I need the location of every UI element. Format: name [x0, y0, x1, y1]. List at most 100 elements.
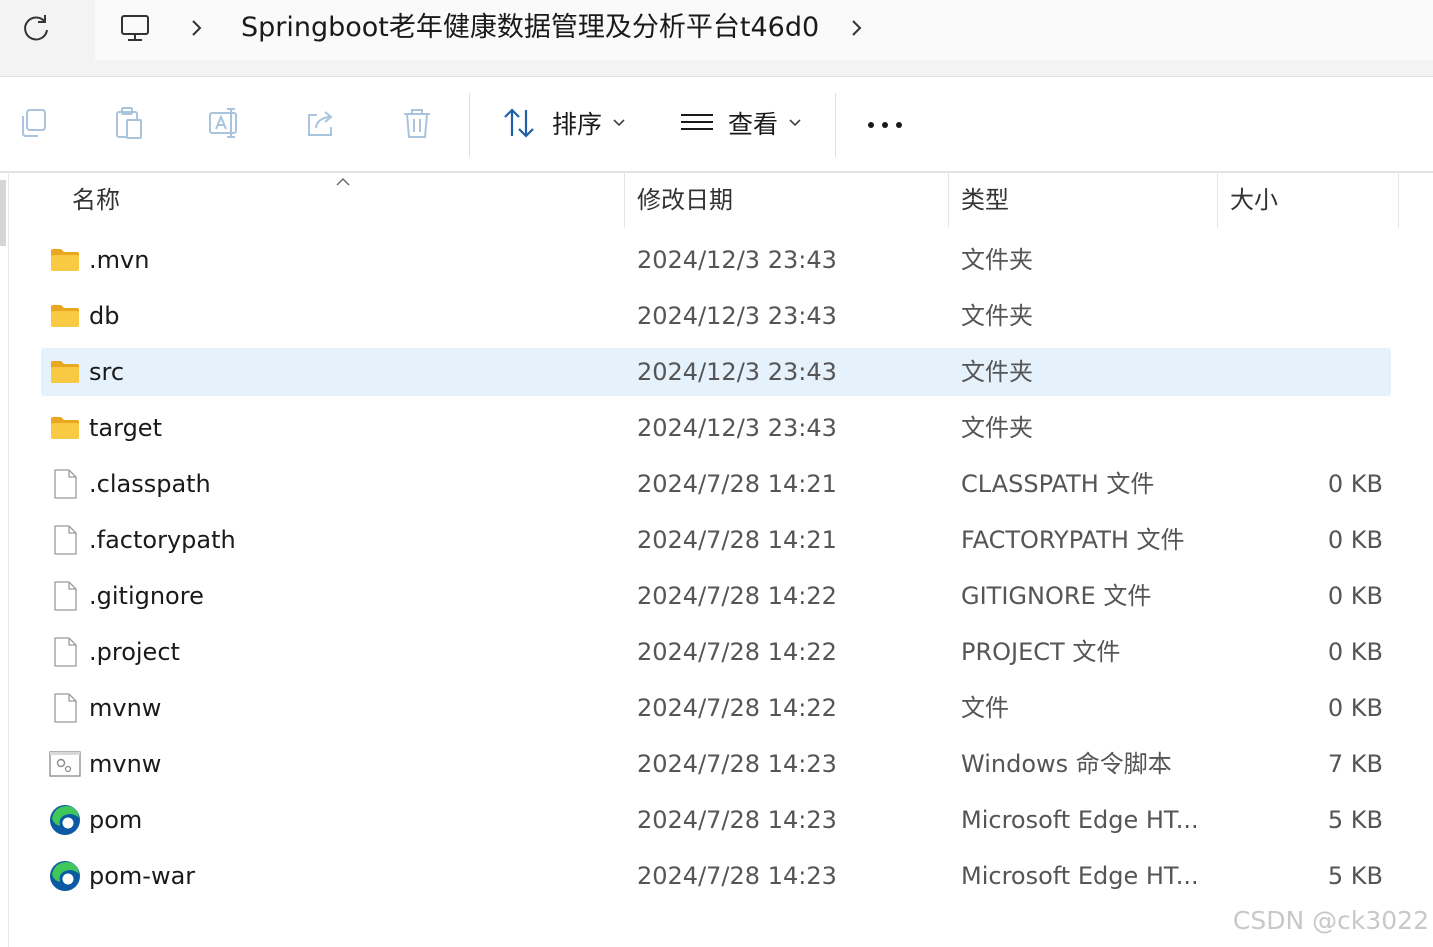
- file-type: 文件: [961, 694, 1009, 722]
- file-row[interactable]: target 2024/12/3 23:43 文件夹: [41, 404, 1391, 452]
- file-modified-date: 2024/7/28 14:23: [637, 750, 837, 778]
- file-size: 0 KB: [1327, 526, 1383, 554]
- file-name: db: [89, 302, 120, 330]
- file-type: PROJECT 文件: [961, 638, 1121, 666]
- file-name: .mvn: [89, 246, 150, 274]
- file-type: FACTORYPATH 文件: [961, 526, 1185, 554]
- delete-icon[interactable]: [399, 105, 435, 141]
- file-row[interactable]: .factorypath 2024/7/28 14:21 FACTORYPATH…: [41, 516, 1391, 564]
- file-icon: [49, 524, 81, 556]
- file-name: .classpath: [89, 470, 211, 498]
- view-label: 查看: [728, 110, 779, 139]
- file-type: Microsoft Edge HT...: [961, 806, 1199, 834]
- file-icon: [49, 636, 81, 668]
- edge-icon: [49, 860, 81, 892]
- file-size: 5 KB: [1327, 806, 1383, 834]
- paste-icon[interactable]: [111, 105, 147, 141]
- breadcrumb[interactable]: Springboot老年健康数据管理及分析平台t46d0: [95, 0, 1433, 60]
- sort-button[interactable]: 排序: [502, 101, 626, 145]
- file-row[interactable]: mvnw 2024/7/28 14:23 Windows 命令脚本 7 KB: [41, 740, 1391, 788]
- file-name: .factorypath: [89, 526, 236, 554]
- chevron-right-icon[interactable]: [187, 16, 207, 40]
- copy-icon[interactable]: [16, 105, 52, 141]
- refresh-icon[interactable]: [18, 10, 54, 46]
- file-name: mvnw: [89, 694, 162, 722]
- sort-caret-up-icon: [335, 172, 351, 186]
- file-modified-date: 2024/7/28 14:22: [637, 694, 837, 722]
- file-size: 7 KB: [1327, 750, 1383, 778]
- file-modified-date: 2024/7/28 14:23: [637, 862, 837, 890]
- file-size: 0 KB: [1327, 638, 1383, 666]
- file-type: 文件夹: [961, 246, 1033, 274]
- share-icon[interactable]: [303, 105, 339, 141]
- column-separator[interactable]: [624, 172, 625, 228]
- file-modified-date: 2024/12/3 23:43: [637, 302, 837, 330]
- file-row[interactable]: mvnw 2024/7/28 14:22 文件 0 KB: [41, 684, 1391, 732]
- file-name: pom: [89, 806, 143, 834]
- command-bar: 排序 查看: [0, 77, 1433, 173]
- file-name: src: [89, 358, 125, 386]
- file-type: 文件夹: [961, 358, 1033, 386]
- file-row[interactable]: .project 2024/7/28 14:22 PROJECT 文件 0 KB: [41, 628, 1391, 676]
- rename-icon[interactable]: [207, 105, 243, 141]
- file-row[interactable]: src 2024/12/3 23:43 文件夹: [41, 348, 1391, 396]
- file-type: CLASSPATH 文件: [961, 470, 1155, 498]
- file-modified-date: 2024/7/28 14:21: [637, 526, 837, 554]
- file-icon: [49, 692, 81, 724]
- file-row[interactable]: .classpath 2024/7/28 14:21 CLASSPATH 文件 …: [41, 460, 1391, 508]
- file-size: 0 KB: [1327, 470, 1383, 498]
- file-icon: [49, 468, 81, 500]
- file-type: Microsoft Edge HT...: [961, 862, 1199, 890]
- toolbar-divider: [469, 93, 470, 157]
- file-row[interactable]: .mvn 2024/12/3 23:43 文件夹: [41, 236, 1391, 284]
- file-size: 0 KB: [1327, 582, 1383, 610]
- column-header-size[interactable]: 大小: [1230, 172, 1278, 228]
- file-row[interactable]: pom 2024/7/28 14:23 Microsoft Edge HT...…: [41, 796, 1391, 844]
- pane-divider: [8, 172, 9, 947]
- edge-icon: [49, 804, 81, 836]
- address-bar: Springboot老年健康数据管理及分析平台t46d0: [0, 0, 1433, 77]
- file-modified-date: 2024/7/28 14:22: [637, 638, 837, 666]
- column-header-name[interactable]: 名称: [72, 172, 120, 228]
- file-row[interactable]: pom-war 2024/7/28 14:23 Microsoft Edge H…: [41, 852, 1391, 900]
- file-type: 文件夹: [961, 414, 1033, 442]
- file-type: GITIGNORE 文件: [961, 582, 1152, 610]
- file-size: 0 KB: [1327, 694, 1383, 722]
- column-separator[interactable]: [1217, 172, 1218, 228]
- folder-icon: [49, 244, 81, 276]
- folder-icon: [49, 300, 81, 332]
- computer-icon[interactable]: [117, 10, 153, 46]
- file-modified-date: 2024/12/3 23:43: [637, 414, 837, 442]
- view-list-icon: [681, 114, 713, 130]
- breadcrumb-current-folder[interactable]: Springboot老年健康数据管理及分析平台t46d0: [241, 10, 819, 46]
- column-separator[interactable]: [948, 172, 949, 228]
- folder-icon: [49, 356, 81, 388]
- file-icon: [49, 580, 81, 612]
- file-name: target: [89, 414, 162, 442]
- file-name: mvnw: [89, 750, 162, 778]
- chevron-right-icon[interactable]: [847, 16, 867, 40]
- column-separator[interactable]: [1398, 172, 1399, 228]
- view-button[interactable]: 查看: [680, 101, 802, 145]
- file-modified-date: 2024/12/3 23:43: [637, 358, 837, 386]
- column-header-date[interactable]: 修改日期: [637, 172, 733, 228]
- chevron-down-icon: [789, 119, 801, 127]
- watermark: CSDN @ck3022: [1232, 906, 1429, 935]
- column-header-type[interactable]: 类型: [961, 172, 1009, 228]
- file-size: 5 KB: [1327, 862, 1383, 890]
- file-modified-date: 2024/7/28 14:21: [637, 470, 837, 498]
- file-name: .gitignore: [89, 582, 204, 610]
- file-type: Windows 命令脚本: [961, 750, 1172, 778]
- script-icon: [49, 748, 81, 780]
- file-modified-date: 2024/12/3 23:43: [637, 246, 837, 274]
- more-options-icon[interactable]: [864, 113, 906, 137]
- folder-icon: [49, 412, 81, 444]
- sort-label: 排序: [552, 110, 603, 139]
- file-modified-date: 2024/7/28 14:22: [637, 582, 837, 610]
- sort-arrows-icon: [504, 108, 534, 138]
- file-row[interactable]: db 2024/12/3 23:43 文件夹: [41, 292, 1391, 340]
- toolbar-divider: [835, 93, 836, 157]
- chevron-down-icon: [613, 119, 625, 127]
- file-name: pom-war: [89, 862, 196, 890]
- file-row[interactable]: .gitignore 2024/7/28 14:22 GITIGNORE 文件 …: [41, 572, 1391, 620]
